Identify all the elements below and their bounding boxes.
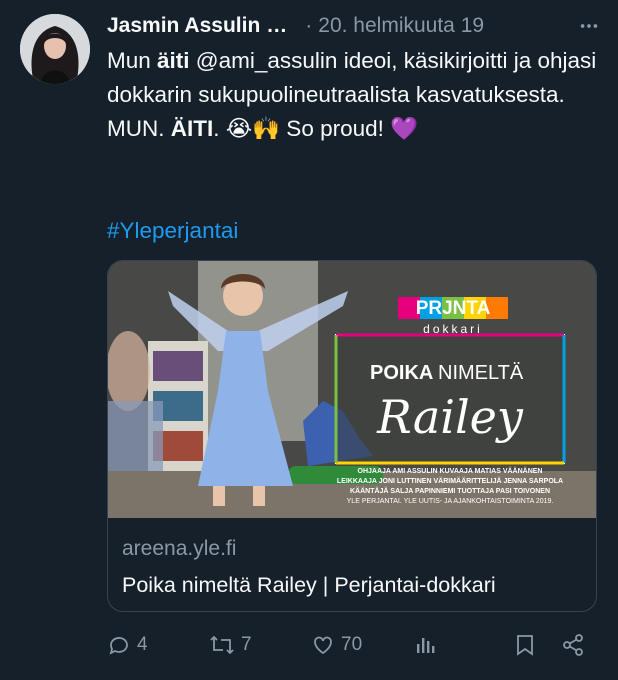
tweet-text-bold: ÄITI — [170, 116, 214, 141]
tweet-text: Mun äiti @ami_assulin ideoi, käsikirjoit… — [107, 44, 602, 146]
retweet-button[interactable]: 7 — [209, 630, 252, 660]
tweet-text-part: Mun — [107, 48, 158, 73]
card-image-credits: YLE PERJANTAI. YLE UUTIS- JA AJANKOHTAIS… — [347, 498, 554, 505]
like-count: 70 — [341, 634, 363, 655]
card-brand-sub: dokkari — [423, 322, 483, 336]
views-button[interactable] — [413, 630, 437, 660]
hashtag-link[interactable]: #Yleperjantai — [107, 218, 238, 244]
card-image-title-rest: NIMELTÄ — [438, 362, 524, 384]
card-image-script-name: Railey — [376, 390, 524, 444]
tweet-header: Jasmin Assulin … · 20. helmikuuta 19 — [107, 12, 604, 40]
link-card[interactable]: PRJNTA dokkari POIKA NIMELTÄ Railey OHJA… — [107, 260, 597, 612]
retweet-icon — [210, 635, 234, 655]
card-brand-logo: PRJNTA — [416, 298, 491, 319]
like-icon — [314, 636, 332, 655]
share-button[interactable] — [561, 630, 585, 660]
avatar[interactable] — [20, 14, 90, 84]
separator: · — [305, 14, 313, 37]
retweet-count: 7 — [241, 634, 252, 655]
bookmark-button[interactable] — [514, 630, 536, 660]
author-name[interactable]: Jasmin Assulin — [107, 14, 260, 38]
bookmark-icon — [517, 635, 533, 656]
tweet-text-part: . 😭🙌 So proud! 💜 — [213, 116, 419, 141]
card-image-title-bold: POIKA — [370, 362, 433, 384]
views-icon — [417, 638, 435, 653]
reply-count: 4 — [137, 634, 148, 655]
action-bar: 4 7 70 — [107, 630, 587, 660]
more-icon — [580, 24, 598, 28]
more-button[interactable] — [574, 12, 604, 40]
card-domain: areena.yle.fi — [122, 537, 237, 560]
like-button[interactable]: 70 — [311, 630, 362, 660]
tweet-text-bold: äiti — [157, 48, 190, 73]
card-image-credits: KÄÄNTÄJÄ SALJA PAPINNIEMI TUOTTAJA PASI … — [350, 487, 550, 495]
card-title[interactable]: Poika nimeltä Railey | Perjantai-dokkari — [122, 573, 496, 598]
card-image[interactable]: PRJNTA dokkari POIKA NIMELTÄ Railey OHJA… — [108, 261, 596, 518]
card-image-credits: LEIKKAAJA JONI LUTTINEN VÄRIMÄÄRITTELIJÄ… — [337, 477, 563, 485]
reply-icon — [109, 637, 128, 655]
card-image-credits: OHJAAJA AMI ASSULIN KUVAAJA MATIAS VÄÄNÄ… — [358, 467, 543, 475]
share-icon — [563, 634, 583, 656]
tweet-date[interactable]: 20. helmikuuta 19 — [318, 14, 484, 38]
author-name-ellipsis: … — [266, 14, 288, 37]
reply-button[interactable]: 4 — [107, 630, 148, 660]
